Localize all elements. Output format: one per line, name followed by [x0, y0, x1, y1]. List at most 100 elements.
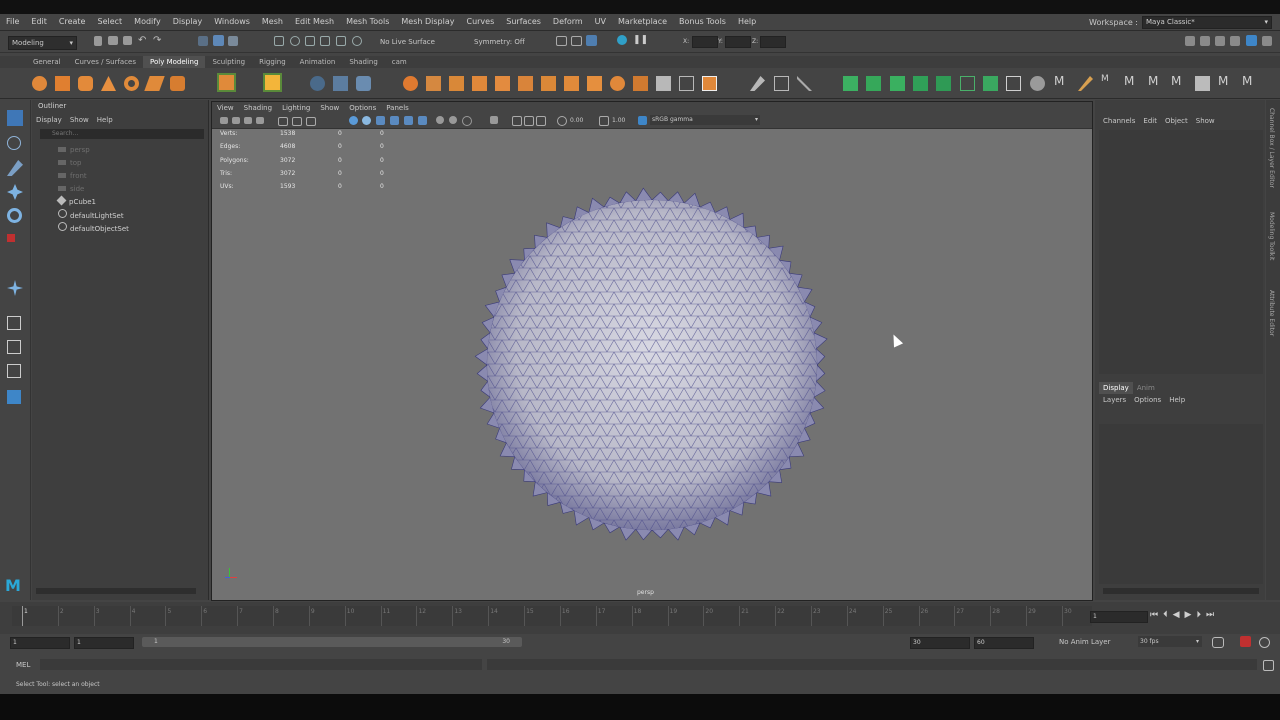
separate-icon[interactable]: [333, 76, 348, 91]
sweep-mesh-icon[interactable]: [263, 73, 282, 92]
target-weld-icon[interactable]: [587, 76, 602, 91]
layer-list[interactable]: [1099, 424, 1263, 584]
menu-display[interactable]: Display: [167, 14, 209, 30]
outliner-item-default-object-set[interactable]: defaultObjectSet: [58, 222, 129, 234]
snap-surface-icon[interactable]: [336, 36, 346, 46]
ipr-render-icon[interactable]: [571, 36, 582, 46]
poly-cylinder-icon[interactable]: [78, 76, 93, 91]
bevel-icon[interactable]: [495, 76, 510, 91]
menu-surfaces[interactable]: Surfaces: [500, 14, 547, 30]
layer-menu-help[interactable]: Help: [1165, 394, 1189, 406]
exposure-icon[interactable]: [557, 116, 567, 126]
render-frame-icon[interactable]: [556, 36, 567, 46]
cross-tool-icon[interactable]: [1006, 76, 1021, 91]
wireframe-on-shaded-icon[interactable]: [376, 116, 385, 125]
auto-key-icon[interactable]: [1240, 636, 1251, 647]
menu-help[interactable]: Help: [732, 14, 762, 30]
channel-menu-show[interactable]: Show: [1192, 115, 1219, 127]
snap-point-icon[interactable]: [305, 36, 315, 46]
new-scene-icon[interactable]: [94, 36, 102, 46]
layer-scrollbar[interactable]: [1103, 588, 1259, 594]
z-field[interactable]: [760, 36, 786, 48]
ruler-icon[interactable]: [774, 76, 789, 91]
pen-tool-icon[interactable]: [750, 76, 765, 91]
uv-icon[interactable]: [702, 76, 717, 91]
tab-sculpting[interactable]: Sculpting: [205, 56, 252, 68]
redo-icon[interactable]: ↷: [153, 35, 163, 47]
shadows-icon[interactable]: [418, 116, 427, 125]
tab-shading[interactable]: Shading: [342, 56, 384, 68]
camera-select-icon[interactable]: [220, 117, 228, 124]
menu-uv[interactable]: UV: [589, 14, 612, 30]
menu-curves[interactable]: Curves: [460, 14, 500, 30]
gamma-icon[interactable]: [599, 116, 609, 126]
time-slider[interactable]: 1 2 3 4 5 6 7 8 9 10 11 12 13 14 15 16 17 18 19 20 21 22 23 24 2…: [0, 602, 1280, 634]
play-backward-icon[interactable]: ◀: [1173, 610, 1185, 620]
x-field[interactable]: [692, 36, 718, 48]
menu-set-dropdown[interactable]: Modeling ▾: [8, 36, 77, 50]
tab-animation[interactable]: Animation: [293, 56, 343, 68]
go-to-end-icon[interactable]: ⏭: [1206, 610, 1219, 620]
menu-mesh[interactable]: Mesh: [256, 14, 289, 30]
open-scene-icon[interactable]: [108, 36, 118, 45]
four-view-icon[interactable]: [7, 340, 21, 354]
channel-menu-edit[interactable]: Edit: [1139, 115, 1161, 127]
y-field[interactable]: [725, 36, 751, 48]
side-tab-channel-box[interactable]: Channel Box / Layer Editor: [1268, 108, 1275, 188]
isolate-select-icon[interactable]: [490, 116, 498, 124]
end-time-field[interactable]: 60: [974, 637, 1034, 649]
outliner-item-default-light-set[interactable]: defaultLightSet: [58, 209, 124, 221]
select-tool-icon[interactable]: [7, 110, 23, 126]
snap-vertex-icon[interactable]: [352, 36, 362, 46]
save-scene-icon[interactable]: [123, 36, 132, 45]
m-tool-6-icon[interactable]: M: [1242, 74, 1257, 89]
smooth-shade-icon[interactable]: [362, 116, 371, 125]
tab-curves-surfaces[interactable]: Curves / Surfaces: [68, 56, 143, 68]
toggle-tool-settings-icon[interactable]: [1230, 36, 1240, 46]
grid-select-icon[interactable]: [960, 76, 975, 91]
image-plane-icon[interactable]: [256, 117, 264, 124]
wireframe-icon[interactable]: [349, 116, 358, 125]
green-cube-4-icon[interactable]: [913, 76, 928, 91]
poly-cone-icon[interactable]: [101, 76, 116, 91]
viewport-menu-shading[interactable]: Shading: [239, 102, 277, 114]
outliner-item-side[interactable]: side: [58, 183, 84, 195]
layer-menu-options[interactable]: Options: [1130, 394, 1165, 406]
outliner-item-front[interactable]: front: [58, 170, 87, 182]
two-view-icon[interactable]: [7, 364, 21, 378]
move-tool-icon[interactable]: [7, 184, 23, 200]
xray-joints-icon[interactable]: [524, 116, 534, 126]
menu-bonus-tools[interactable]: Bonus Tools: [673, 14, 732, 30]
workspace-dropdown[interactable]: Maya Classic* ▾: [1142, 15, 1272, 29]
color-space-dropdown[interactable]: sRGB gamma ▾: [650, 115, 760, 125]
green-cube-5-icon[interactable]: [936, 76, 951, 91]
channel-menu-channels[interactable]: Channels: [1099, 115, 1139, 127]
menu-file[interactable]: File: [0, 14, 25, 30]
step-back-icon[interactable]: ⏴: [1163, 610, 1173, 620]
green-cube-2-icon[interactable]: [866, 76, 881, 91]
menu-mesh-tools[interactable]: Mesh Tools: [340, 14, 395, 30]
paint-select-icon[interactable]: [7, 160, 23, 176]
rotate-tool-icon[interactable]: [7, 208, 22, 223]
menu-edit[interactable]: Edit: [25, 14, 53, 30]
multi-cut-icon[interactable]: [564, 76, 579, 91]
outliner-item-top[interactable]: top: [58, 157, 81, 169]
lasso-tool-icon[interactable]: [7, 136, 21, 150]
select-object-icon[interactable]: [213, 35, 224, 46]
gamma-value[interactable]: 1.00: [612, 117, 625, 124]
time-ruler[interactable]: 1 2 3 4 5 6 7 8 9 10 11 12 13 14 15 16 17 18 19 20 21 22 23 24 2…: [12, 606, 1092, 626]
toggle-panel-icon[interactable]: [1200, 36, 1210, 46]
ft-icon[interactable]: [1195, 76, 1210, 91]
textured-icon[interactable]: [390, 116, 399, 125]
layer-menu-layers[interactable]: Layers: [1099, 394, 1130, 406]
poly-torus-icon[interactable]: [124, 76, 139, 91]
go-to-start-icon[interactable]: ⏮: [1150, 610, 1163, 620]
pause-icon[interactable]: ❚❚: [633, 35, 648, 47]
outliner-item-pcube1[interactable]: pCube1: [56, 195, 96, 208]
rt-icon[interactable]: M: [1101, 74, 1116, 89]
menu-select[interactable]: Select: [91, 14, 128, 30]
channel-menu-object[interactable]: Object: [1161, 115, 1192, 127]
extrude-icon[interactable]: [472, 76, 487, 91]
command-input[interactable]: [40, 659, 482, 670]
measure-icon[interactable]: [797, 76, 812, 91]
